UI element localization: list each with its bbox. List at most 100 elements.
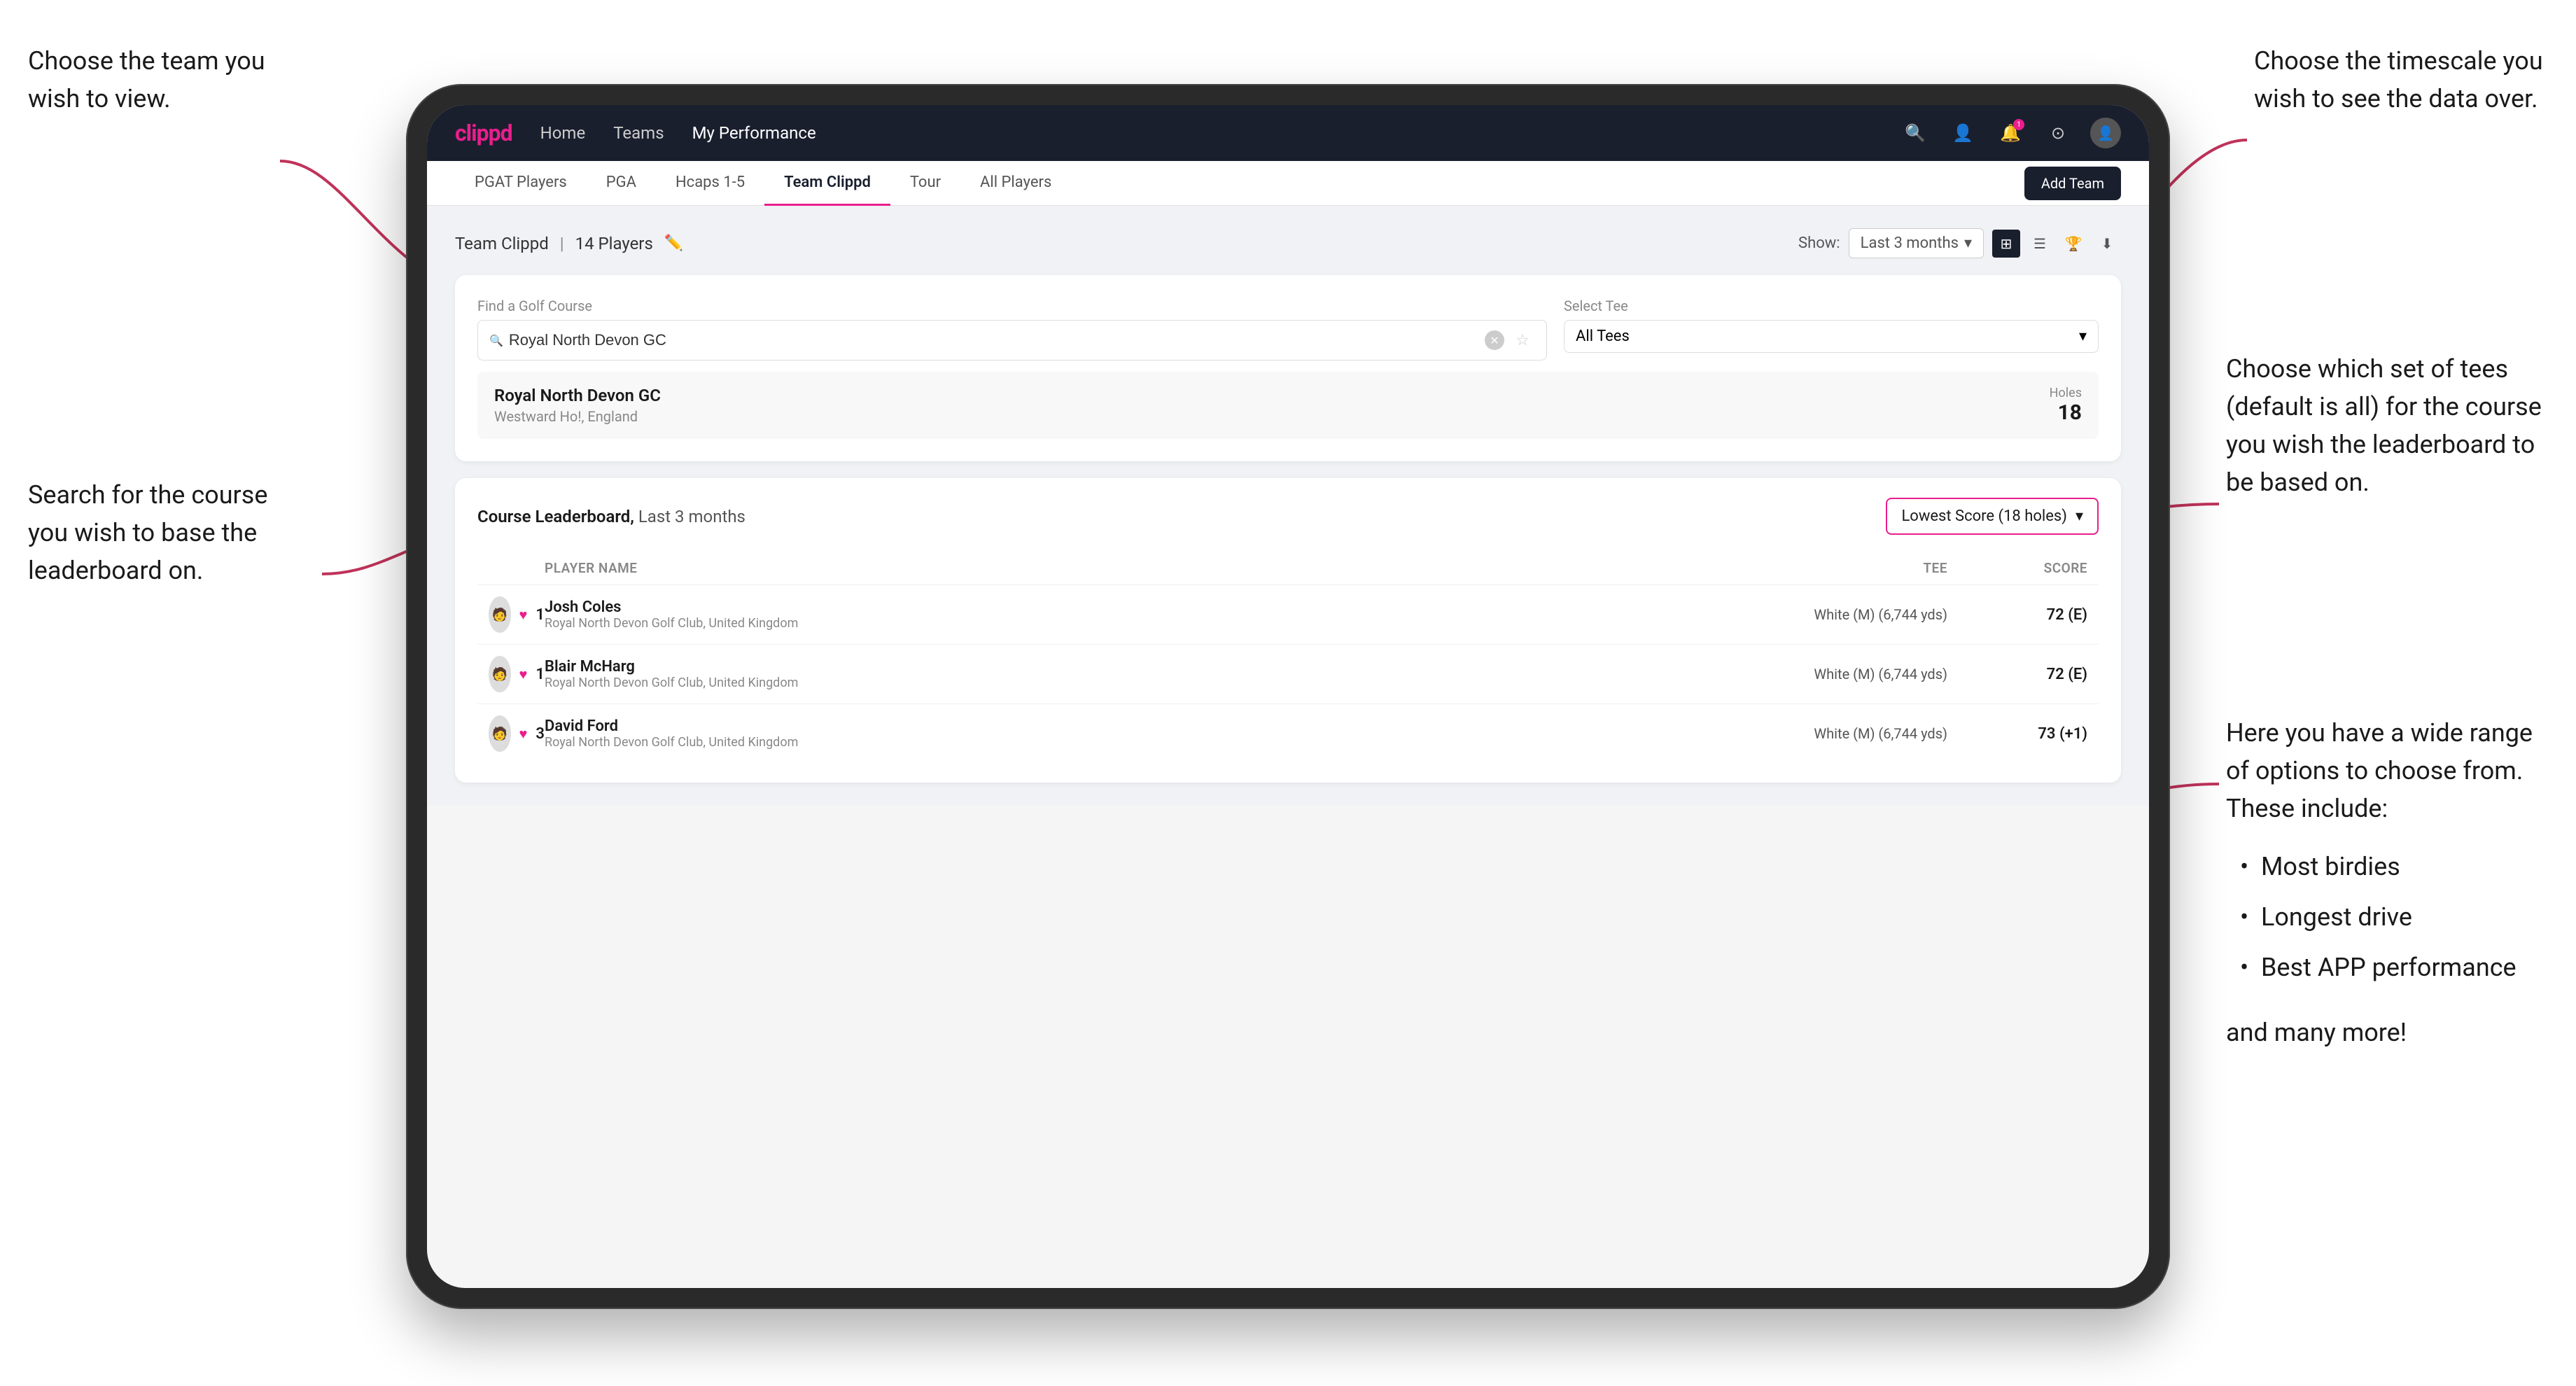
player-name-2: Blair McHarg xyxy=(545,658,1737,676)
col-tee: TEE xyxy=(1737,560,1947,576)
bell-icon-btn[interactable]: 🔔 1 xyxy=(1995,118,2026,148)
table-header: PLAYER NAME TEE SCORE xyxy=(477,552,2099,585)
player-tee-3: White (M) (6,744 yds) xyxy=(1737,725,1947,742)
table-row: 🧑 ♥ 1 Blair McHarg Royal North Devon Gol… xyxy=(477,645,2099,704)
player-score-1: 72 (E) xyxy=(1947,606,2087,624)
course-result-info: Royal North Devon GC Westward Ho!, Engla… xyxy=(494,386,661,425)
ipad-screen: clippd Home Teams My Performance 🔍 👤 🔔 1… xyxy=(427,105,2149,1288)
player-info-2: Blair McHarg Royal North Devon Golf Club… xyxy=(545,658,1737,690)
player-count: 14 Players xyxy=(575,234,653,253)
score-type-dropdown[interactable]: Lowest Score (18 holes) ▾ xyxy=(1886,498,2099,535)
holes-badge: Holes 18 xyxy=(2050,386,2082,425)
main-content: Team Clippd | 14 Players ✏️ Show: Last 3… xyxy=(427,206,2149,805)
find-course-label: Find a Golf Course xyxy=(477,298,1547,314)
player-name-1: Josh Coles xyxy=(545,598,1737,616)
table-row: 🧑 ♥ 3 David Ford Royal North Devon Golf … xyxy=(477,704,2099,763)
player-rank-1: 🧑 ♥ 1 xyxy=(489,596,545,633)
avatar-btn[interactable]: 👤 xyxy=(2090,118,2121,148)
leaderboard-title: Course Leaderboard, Last 3 months xyxy=(477,507,746,526)
annotation-top-left: Choose the team you wish to view. xyxy=(28,42,294,118)
rank-num-2: 1 xyxy=(536,666,545,683)
player-club-2: Royal North Devon Golf Club, United King… xyxy=(545,676,1737,690)
show-label: Show: xyxy=(1798,234,1840,252)
search-row: Find a Golf Course 🔍 ✕ ☆ Select Tee All … xyxy=(477,298,2099,360)
player-info-3: David Ford Royal North Devon Golf Club, … xyxy=(545,718,1737,750)
search-icon: 🔍 xyxy=(489,334,503,347)
sub-nav-tabs: PGAT Players PGA Hcaps 1-5 Team Clippd T… xyxy=(455,161,1071,206)
tab-team-clippd[interactable]: Team Clippd xyxy=(764,161,890,206)
tee-chevron-icon: ▾ xyxy=(2079,328,2087,345)
player-avatar-3: 🧑 xyxy=(489,715,511,752)
show-dropdown[interactable]: Last 3 months ▾ xyxy=(1849,228,1984,258)
table-row: 🧑 ♥ 1 Josh Coles Royal North Devon Golf … xyxy=(477,585,2099,645)
holes-number: 18 xyxy=(2050,400,2082,425)
player-avatar-2: 🧑 xyxy=(489,656,511,692)
list-view-btn[interactable]: ☰ xyxy=(2026,230,2054,258)
tab-tour[interactable]: Tour xyxy=(890,161,960,206)
player-name-3: David Ford xyxy=(545,718,1737,735)
annotation-middle-left: Search for the courseyou wish to base th… xyxy=(28,476,267,589)
score-chevron-icon: ▾ xyxy=(2076,507,2083,525)
annotation-top-right: Choose the timescale youwish to see the … xyxy=(2254,42,2543,118)
tee-group: Select Tee All Tees ▾ xyxy=(1564,298,2099,360)
notification-badge: 1 xyxy=(2013,119,2024,130)
settings-icon-btn[interactable]: ⊙ xyxy=(2043,118,2073,148)
nav-link-teams[interactable]: Teams xyxy=(613,123,664,143)
tab-all-players[interactable]: All Players xyxy=(960,161,1071,206)
star-icon[interactable]: ☆ xyxy=(1510,328,1535,353)
ipad-frame: clippd Home Teams My Performance 🔍 👤 🔔 1… xyxy=(406,84,2170,1309)
search-icon-btn[interactable]: 🔍 xyxy=(1900,118,1931,148)
score-type-label: Lowest Score (18 holes) xyxy=(1901,507,2067,525)
download-btn[interactable]: ⬇ xyxy=(2093,230,2121,258)
nav-link-home[interactable]: Home xyxy=(540,123,586,143)
heart-icon-2[interactable]: ♥ xyxy=(519,666,528,683)
search-group: Find a Golf Course 🔍 ✕ ☆ xyxy=(477,298,1547,360)
edit-icon[interactable]: ✏️ xyxy=(664,234,683,252)
course-name: Royal North Devon GC xyxy=(494,386,661,405)
tab-pgat-players[interactable]: PGAT Players xyxy=(455,161,587,206)
col-player xyxy=(489,560,545,576)
rank-num-3: 3 xyxy=(536,725,545,743)
annotation-middle-right: Choose which set of tees(default is all)… xyxy=(2226,350,2542,501)
grid-view-btn[interactable]: ⊞ xyxy=(1992,230,2020,258)
heart-icon-1[interactable]: ♥ xyxy=(519,606,528,624)
player-club-1: Royal North Devon Golf Club, United King… xyxy=(545,616,1737,631)
chevron-down-icon: ▾ xyxy=(1964,234,1972,252)
nav-logo: clippd xyxy=(455,120,512,146)
col-score: SCORE xyxy=(1947,560,2087,576)
course-location: Westward Ho!, England xyxy=(494,408,661,425)
show-control: Show: Last 3 months ▾ ⊞ ☰ 🏆 ⬇ xyxy=(1798,228,2121,258)
player-rank-3: 🧑 ♥ 3 xyxy=(489,715,545,752)
player-score-3: 73 (+1) xyxy=(1947,725,2087,743)
player-tee-1: White (M) (6,744 yds) xyxy=(1737,606,1947,623)
tee-dropdown[interactable]: All Tees ▾ xyxy=(1564,320,2099,353)
player-rank-2: 🧑 ♥ 1 xyxy=(489,656,545,692)
annotation-bottom-right: Here you have a wide rangeof options to … xyxy=(2226,714,2533,1051)
player-score-2: 72 (E) xyxy=(1947,666,2087,683)
tab-pga[interactable]: PGA xyxy=(587,161,656,206)
add-team-button[interactable]: Add Team xyxy=(2024,167,2121,200)
heart-icon-3[interactable]: ♥ xyxy=(519,725,528,743)
holes-label: Holes xyxy=(2050,386,2082,400)
select-tee-label: Select Tee xyxy=(1564,298,2099,314)
col-player-name: PLAYER NAME xyxy=(545,560,1737,576)
player-info-1: Josh Coles Royal North Devon Golf Club, … xyxy=(545,598,1737,631)
player-club-3: Royal North Devon Golf Club, United King… xyxy=(545,735,1737,750)
trophy-view-btn[interactable]: 🏆 xyxy=(2059,230,2087,258)
search-input[interactable] xyxy=(509,331,1479,349)
person-icon-btn[interactable]: 👤 xyxy=(1947,118,1978,148)
nav-link-performance[interactable]: My Performance xyxy=(692,123,816,143)
search-input-wrapper: 🔍 ✕ ☆ xyxy=(477,320,1547,360)
nav-icons: 🔍 👤 🔔 1 ⊙ 👤 xyxy=(1900,118,2121,148)
tab-hcaps[interactable]: Hcaps 1-5 xyxy=(656,161,764,206)
rank-num-1: 1 xyxy=(536,606,545,624)
nav-links: Home Teams My Performance xyxy=(540,123,1872,143)
leaderboard-card: Course Leaderboard, Last 3 months Lowest… xyxy=(455,478,2121,783)
team-header: Team Clippd | 14 Players ✏️ Show: Last 3… xyxy=(455,228,2121,258)
team-name: Team Clippd xyxy=(455,234,549,253)
sub-nav: PGAT Players PGA Hcaps 1-5 Team Clippd T… xyxy=(427,161,2149,206)
clear-button[interactable]: ✕ xyxy=(1485,330,1504,350)
search-card: Find a Golf Course 🔍 ✕ ☆ Select Tee All … xyxy=(455,275,2121,461)
top-nav: clippd Home Teams My Performance 🔍 👤 🔔 1… xyxy=(427,105,2149,161)
course-result[interactable]: Royal North Devon GC Westward Ho!, Engla… xyxy=(477,372,2099,439)
